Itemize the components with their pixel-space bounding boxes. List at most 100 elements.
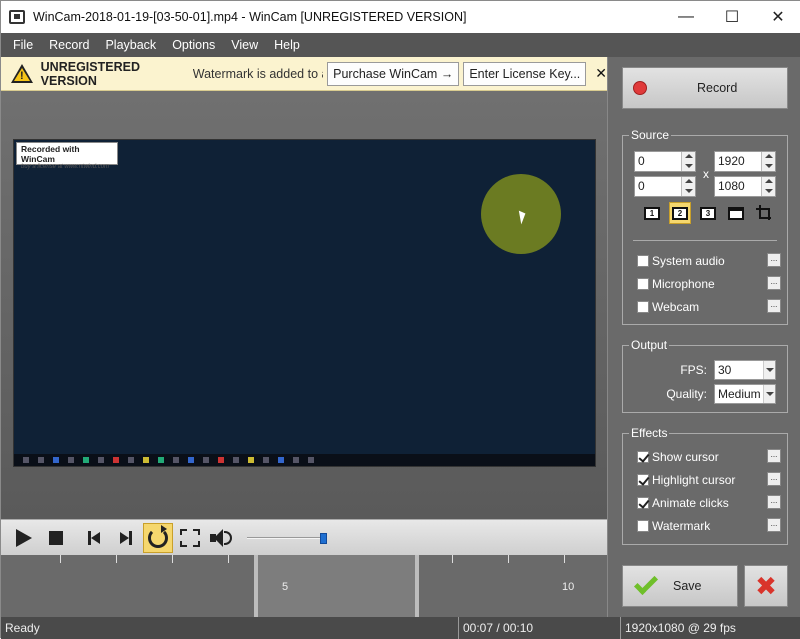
quality-label: Quality: <box>666 387 707 401</box>
purchase-button[interactable]: Purchase WinCam → <box>327 61 460 86</box>
source-width-value: 1920 <box>718 154 745 168</box>
show-cursor-settings-button[interactable]: ... <box>767 449 781 463</box>
animate-clicks-settings-button[interactable]: ... <box>767 495 781 509</box>
loop-toggle-button[interactable] <box>143 522 173 553</box>
fps-select[interactable]: 30 <box>714 360 776 380</box>
minimize-button[interactable]: — <box>663 1 709 33</box>
watermark-subtitle: buy a license at www.ntwind.com <box>21 164 110 170</box>
system-audio-checkbox[interactable] <box>637 255 649 267</box>
monitor-2-button[interactable]: 2 <box>669 202 691 224</box>
source-height-input[interactable]: 1080 <box>714 176 776 197</box>
menu-help[interactable]: Help <box>266 33 308 57</box>
source-width-input[interactable]: 1920 <box>714 151 776 172</box>
mouse-cursor-icon <box>518 209 528 225</box>
dropdown-arrow-icon <box>763 361 775 379</box>
source-y-value: 0 <box>638 179 645 193</box>
menu-options[interactable]: Options <box>164 33 223 57</box>
app-window: WinCam-2018-01-19-[03-50-01].mp4 - WinCa… <box>0 0 800 639</box>
skip-start-arrow-icon <box>91 531 100 544</box>
taskbar-icon <box>278 457 284 463</box>
source-x-input[interactable]: 0 <box>634 151 696 172</box>
taskbar-icon <box>128 457 134 463</box>
status-time: 00:07 / 00:10 <box>458 617 620 639</box>
speaker-icon <box>210 527 234 549</box>
highlight-cursor-option[interactable]: Highlight cursor ... <box>637 472 781 487</box>
monitor-1-icon: 1 <box>644 206 660 220</box>
taskbar-icon <box>203 457 209 463</box>
timeline-selection-range[interactable] <box>254 555 419 617</box>
menu-playback[interactable]: Playback <box>97 33 164 57</box>
volume-button[interactable] <box>207 523 237 553</box>
volume-slider[interactable] <box>247 531 329 545</box>
record-button[interactable]: Record <box>622 67 788 109</box>
show-cursor-option[interactable]: Show cursor ... <box>637 449 781 464</box>
maximize-button[interactable]: ☐ <box>709 1 755 33</box>
spin-arrows-icon[interactable] <box>761 152 775 171</box>
timeline-tick <box>228 555 229 563</box>
taskbar-icon <box>113 457 119 463</box>
show-cursor-checkbox[interactable] <box>637 451 649 463</box>
timeline-tick <box>60 555 61 563</box>
watermark-settings-button[interactable]: ... <box>767 518 781 532</box>
playback-toolbar <box>1 519 607 555</box>
go-to-end-button[interactable] <box>111 523 141 553</box>
spin-arrows-icon[interactable] <box>761 177 775 196</box>
window-capture-button[interactable] <box>725 202 747 224</box>
menu-file[interactable]: File <box>1 33 41 57</box>
fullscreen-button[interactable] <box>175 523 205 553</box>
save-button[interactable]: Save <box>622 565 738 607</box>
highlight-cursor-checkbox[interactable] <box>637 474 649 486</box>
record-dot-icon <box>633 81 647 95</box>
microphone-checkbox[interactable] <box>637 278 649 290</box>
animate-clicks-checkbox[interactable] <box>637 497 649 509</box>
webcam-checkbox[interactable] <box>637 301 649 313</box>
status-resolution: 1920x1080 @ 29 fps <box>620 617 799 639</box>
taskbar-icon <box>188 457 194 463</box>
system-audio-settings-button[interactable]: ... <box>767 253 781 267</box>
region-capture-button[interactable] <box>753 202 775 224</box>
system-audio-option[interactable]: System audio ... <box>637 253 781 268</box>
highlight-cursor-settings-button[interactable]: ... <box>767 472 781 486</box>
webcam-settings-button[interactable]: ... <box>767 299 781 313</box>
recorded-screen: Recorded with WinCam buy a license at ww… <box>14 140 595 454</box>
taskbar-icon <box>233 457 239 463</box>
play-button[interactable] <box>9 523 39 553</box>
source-mode-icons: 1 2 3 <box>641 202 781 224</box>
microphone-settings-button[interactable]: ... <box>767 276 781 290</box>
stop-button[interactable] <box>41 523 71 553</box>
quality-select[interactable]: Medium <box>714 384 776 404</box>
timeline-tick <box>508 555 509 563</box>
animate-clicks-option[interactable]: Animate clicks ... <box>637 495 781 510</box>
spin-arrows-icon[interactable] <box>681 177 695 196</box>
video-frame[interactable]: Recorded with WinCam buy a license at ww… <box>13 139 596 467</box>
effects-group: Effects Show cursor ... Highlight cursor… <box>622 426 788 545</box>
monitor-3-button[interactable]: 3 <box>697 202 719 224</box>
watermark-checkbox[interactable] <box>637 520 649 532</box>
menu-view[interactable]: View <box>223 33 266 57</box>
volume-slider-thumb[interactable] <box>320 532 327 544</box>
close-window-button[interactable]: ✕ <box>755 1 800 33</box>
taskbar-icon <box>173 457 179 463</box>
play-icon <box>16 528 32 547</box>
discard-button[interactable]: ✖ <box>744 565 788 607</box>
watermark-title: Recorded with WinCam <box>21 144 80 164</box>
spin-arrows-icon[interactable] <box>681 152 695 171</box>
source-y-input[interactable]: 0 <box>634 176 696 197</box>
taskbar-icon <box>293 457 299 463</box>
watermark-option[interactable]: Watermark ... <box>637 518 781 533</box>
timeline[interactable]: 5 10 <box>1 555 607 617</box>
taskbar-icon <box>248 457 254 463</box>
enter-license-button[interactable]: Enter License Key... <box>463 61 587 86</box>
close-warning-icon[interactable]: ✕ <box>595 65 607 82</box>
effects-group-title: Effects <box>629 426 670 440</box>
webcam-option[interactable]: Webcam ... <box>637 299 781 314</box>
go-to-start-button[interactable] <box>79 523 109 553</box>
title-bar: WinCam-2018-01-19-[03-50-01].mp4 - WinCa… <box>1 1 800 33</box>
timeline-tick <box>564 555 565 563</box>
menu-record[interactable]: Record <box>41 33 97 57</box>
source-height-value: 1080 <box>718 179 745 193</box>
loop-icon <box>148 524 168 548</box>
monitor-1-button[interactable]: 1 <box>641 202 663 224</box>
wincam-app-icon[interactable] <box>9 10 25 24</box>
microphone-option[interactable]: Microphone ... <box>637 276 781 291</box>
